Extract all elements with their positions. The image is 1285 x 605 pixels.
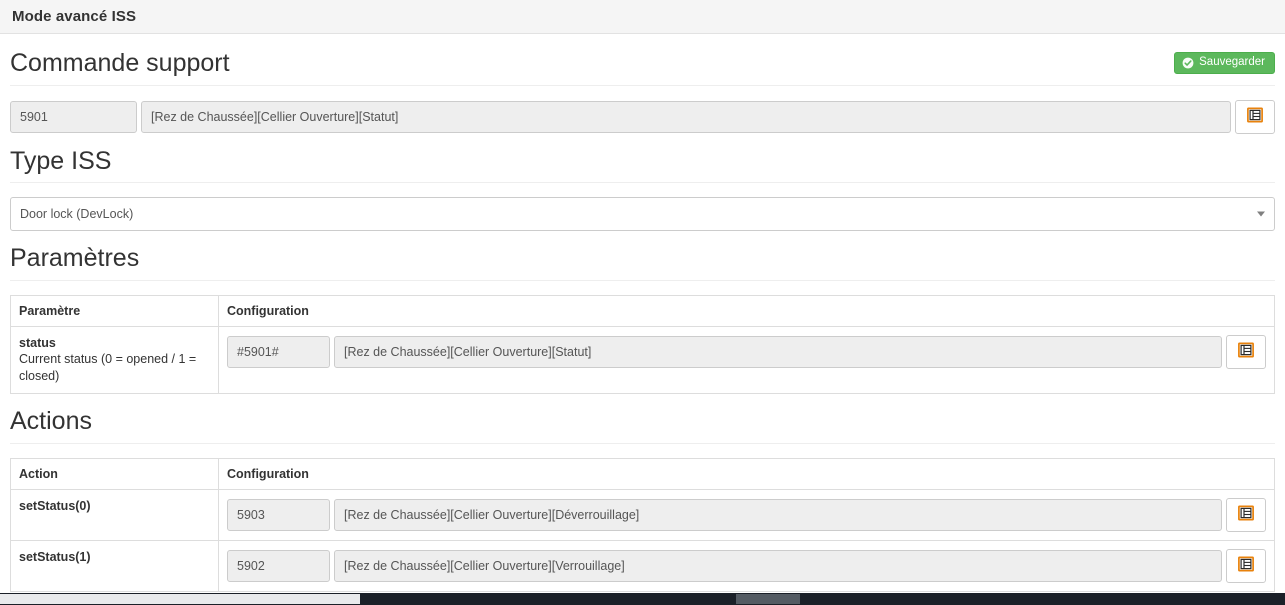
- parameter-id-input[interactable]: [227, 335, 330, 368]
- actions-col-config: Configuration: [218, 457, 1275, 490]
- action-expression-input[interactable]: [334, 549, 1222, 582]
- action-picker-button[interactable]: [1226, 497, 1266, 532]
- command-picker-button[interactable]: [1235, 99, 1275, 134]
- table-row: setStatus(0): [10, 488, 1275, 541]
- action-expression-input[interactable]: [334, 498, 1222, 531]
- type-select[interactable]: Door lock (DevLock): [10, 197, 1275, 231]
- horizontal-scrollbar-thumb[interactable]: [0, 594, 360, 604]
- horizontal-scrollbar-secondary-thumb[interactable]: [736, 594, 800, 604]
- action-config-row: [227, 497, 1266, 532]
- actions-table-header-row: Action Configuration: [10, 457, 1275, 490]
- actions-section-header: Actions: [10, 394, 1275, 444]
- type-section-title: Type ISS: [10, 146, 112, 175]
- table-row: setStatus(1): [10, 539, 1275, 592]
- list-table-icon: [1238, 342, 1254, 361]
- action-name: setStatus(1): [19, 549, 91, 564]
- parameters-col-name: Paramètre: [10, 294, 219, 327]
- action-id-input[interactable]: [227, 549, 330, 582]
- parameters-section-title: Paramètres: [10, 244, 140, 272]
- command-expression-input[interactable]: [141, 100, 1231, 133]
- parameters-table: Paramètre Configuration status Current s…: [10, 294, 1275, 395]
- action-id-input[interactable]: [227, 498, 330, 531]
- save-button-label: Sauvegarder: [1199, 55, 1265, 68]
- command-id-input[interactable]: [10, 100, 137, 133]
- check-circle-icon: [1182, 57, 1194, 69]
- parameter-config-row: [227, 334, 1266, 369]
- parameter-name-cell: status Current status (0 = opened / 1 = …: [10, 325, 219, 395]
- type-select-wrap: Door lock (DevLock): [10, 197, 1275, 231]
- list-table-icon: [1247, 107, 1263, 126]
- parameter-name: status: [19, 335, 56, 350]
- parameters-table-header-row: Paramètre Configuration: [10, 294, 1275, 327]
- parameters-col-config: Configuration: [218, 294, 1275, 327]
- parameter-description: Current status (0 = opened / 1 = closed): [19, 352, 197, 384]
- command-row: [10, 86, 1275, 134]
- parameters-section-header: Paramètres: [10, 231, 1275, 281]
- action-name-cell: setStatus(0): [10, 488, 219, 541]
- window-header: Mode avancé ISS: [0, 0, 1285, 34]
- page-content: Commande support Sauvegarder 5901 [Rez d…: [0, 34, 1285, 592]
- parameter-expression-input[interactable]: [334, 335, 1222, 368]
- list-table-icon: [1238, 556, 1254, 575]
- save-button[interactable]: Sauvegarder: [1174, 51, 1275, 74]
- window-title: Mode avancé ISS: [12, 8, 137, 25]
- horizontal-scrollbar[interactable]: [0, 593, 1285, 605]
- command-section-title: Commande support: [10, 49, 230, 77]
- actions-col-name: Action: [10, 457, 219, 490]
- actions-table: Action Configuration setStatus(0) 5903 […: [10, 457, 1275, 592]
- action-config-cell: [218, 539, 1275, 592]
- type-section-header: Type ISS: [10, 134, 1275, 183]
- action-config-cell: [218, 488, 1275, 541]
- action-picker-button[interactable]: [1226, 548, 1266, 583]
- action-name: setStatus(0): [19, 498, 91, 513]
- advanced-mode-page: Mode avancé ISS Commande support Sauvega…: [0, 0, 1285, 605]
- command-section-header: Commande support Sauvegarder: [10, 34, 1275, 86]
- table-row: status Current status (0 = opened / 1 = …: [10, 325, 1275, 395]
- parameter-config-cell: [218, 325, 1275, 395]
- list-table-icon: [1238, 505, 1254, 524]
- action-name-cell: setStatus(1): [10, 539, 219, 592]
- action-config-row: [227, 548, 1266, 583]
- actions-section-title: Actions: [10, 407, 92, 436]
- parameter-picker-button[interactable]: [1226, 334, 1266, 369]
